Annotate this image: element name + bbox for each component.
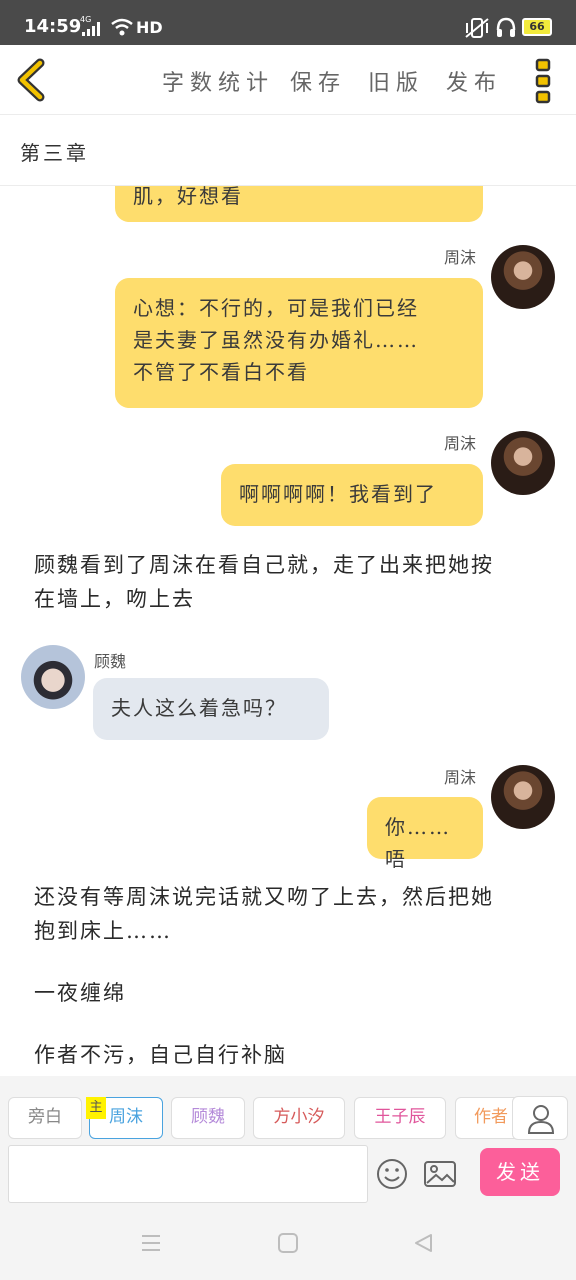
back-nav-icon[interactable] xyxy=(412,1232,434,1254)
back-icon[interactable] xyxy=(12,57,52,103)
save-button[interactable]: 保存 xyxy=(290,65,346,97)
narration-text[interactable]: 顾魏看到了周沫在看自己就，走了出来把她按 在墙上，吻上去 xyxy=(34,548,554,616)
status-time: 14:59 xyxy=(24,16,82,37)
message-bubble[interactable]: 心想：不行的，可是我们已经 是夫妻了虽然没有办婚礼…… 不管了不看白不看 xyxy=(115,278,483,408)
chapter-title[interactable]: 第三章 xyxy=(20,137,89,166)
message-line: 不管了不看白不看 xyxy=(133,360,309,384)
narration-line: 作者不污，自己自行补脑 xyxy=(34,1043,287,1067)
sender-name: 周沫 xyxy=(444,434,477,453)
narration-line: 一夜缠绵 xyxy=(34,981,126,1005)
message-text: 啊啊啊啊！我看到了 xyxy=(239,482,437,506)
narration-text[interactable]: 作者不污，自己自行补脑 xyxy=(34,1038,554,1072)
avatar[interactable] xyxy=(491,765,555,829)
main-role-badge: 主 xyxy=(86,1097,106,1119)
message-input[interactable] xyxy=(8,1145,368,1203)
message-text: 你……唔 xyxy=(385,815,451,871)
vibrate-icon xyxy=(465,18,489,38)
chat-area[interactable]: 肌，好想看 周沫 心想：不行的，可是我们已经 是夫妻了虽然没有办婚礼…… 不管了… xyxy=(0,186,576,1076)
person-icon xyxy=(527,1105,555,1134)
battery-icon: 66 xyxy=(522,18,552,36)
publish-button[interactable]: 发布 xyxy=(446,65,502,97)
role-button-guwei[interactable]: 顾魏 xyxy=(171,1097,245,1139)
home-icon[interactable] xyxy=(277,1232,299,1254)
role-button-fangxiaoxi[interactable]: 方小汐 xyxy=(253,1097,345,1139)
send-button[interactable]: 发送 xyxy=(480,1148,560,1196)
sender-name: 顾魏 xyxy=(94,652,127,671)
sender-name: 周沫 xyxy=(444,768,477,787)
compose-bar: 发送 xyxy=(0,1142,576,1210)
message-text: 夫人这么着急吗？ xyxy=(111,696,287,720)
role-button-narrator[interactable]: 旁白 xyxy=(8,1097,82,1139)
more-menu-icon[interactable] xyxy=(530,57,558,105)
narration-line: 顾魏看到了周沫在看自己就，走了出来把她按 xyxy=(34,553,494,577)
narration-line: 在墙上，吻上去 xyxy=(34,587,195,611)
narration-text[interactable]: 还没有等周沫说完话就又吻了上去，然后把她 抱到床上…… xyxy=(34,880,554,948)
message-line: 是夫妻了虽然没有办婚礼…… xyxy=(133,328,419,352)
old-version-button[interactable]: 旧版 xyxy=(368,65,424,97)
message-bubble[interactable]: 你……唔 xyxy=(367,797,483,871)
chapter-header: 第三章 xyxy=(0,115,576,186)
narration-line: 抱到床上…… xyxy=(34,919,172,943)
wifi-icon xyxy=(111,18,133,36)
message-bubble[interactable]: 肌，好想看 xyxy=(115,186,483,222)
narration-line: 还没有等周沫说完话就又吻了上去，然后把她 xyxy=(34,885,494,909)
narration-text[interactable]: 一夜缠绵 xyxy=(34,976,554,1010)
message-line: 心想：不行的，可是我们已经 xyxy=(133,296,419,320)
sender-name: 周沫 xyxy=(444,248,477,267)
avatar[interactable] xyxy=(491,245,555,309)
role-button-wangzichen[interactable]: 王子辰 xyxy=(354,1097,446,1139)
message-bubble[interactable]: 夫人这么着急吗？ xyxy=(93,678,329,740)
headphones-icon xyxy=(496,17,516,37)
editor-toolbar: 字数统计 保存 旧版 发布 xyxy=(0,45,576,115)
status-bar: 14:59 4G HD 66 xyxy=(0,0,576,45)
avatar[interactable] xyxy=(491,431,555,495)
message-bubble[interactable]: 啊啊啊啊！我看到了 xyxy=(221,464,483,526)
system-nav-bar xyxy=(0,1210,576,1280)
word-count-button[interactable]: 字数统计 xyxy=(162,65,274,97)
battery-level: 66 xyxy=(529,20,545,33)
menu-icon[interactable] xyxy=(140,1232,162,1254)
role-selector: 旁白 周沫 主 顾魏 方小汐 王子辰 作者 xyxy=(0,1076,576,1142)
avatar[interactable] xyxy=(21,645,85,709)
hd-indicator: HD xyxy=(136,18,163,37)
signal-icon xyxy=(82,22,100,36)
role-manage-button[interactable] xyxy=(512,1096,568,1140)
emoji-icon[interactable] xyxy=(374,1156,410,1192)
image-icon[interactable] xyxy=(422,1156,458,1192)
message-text: 肌，好想看 xyxy=(133,186,243,208)
